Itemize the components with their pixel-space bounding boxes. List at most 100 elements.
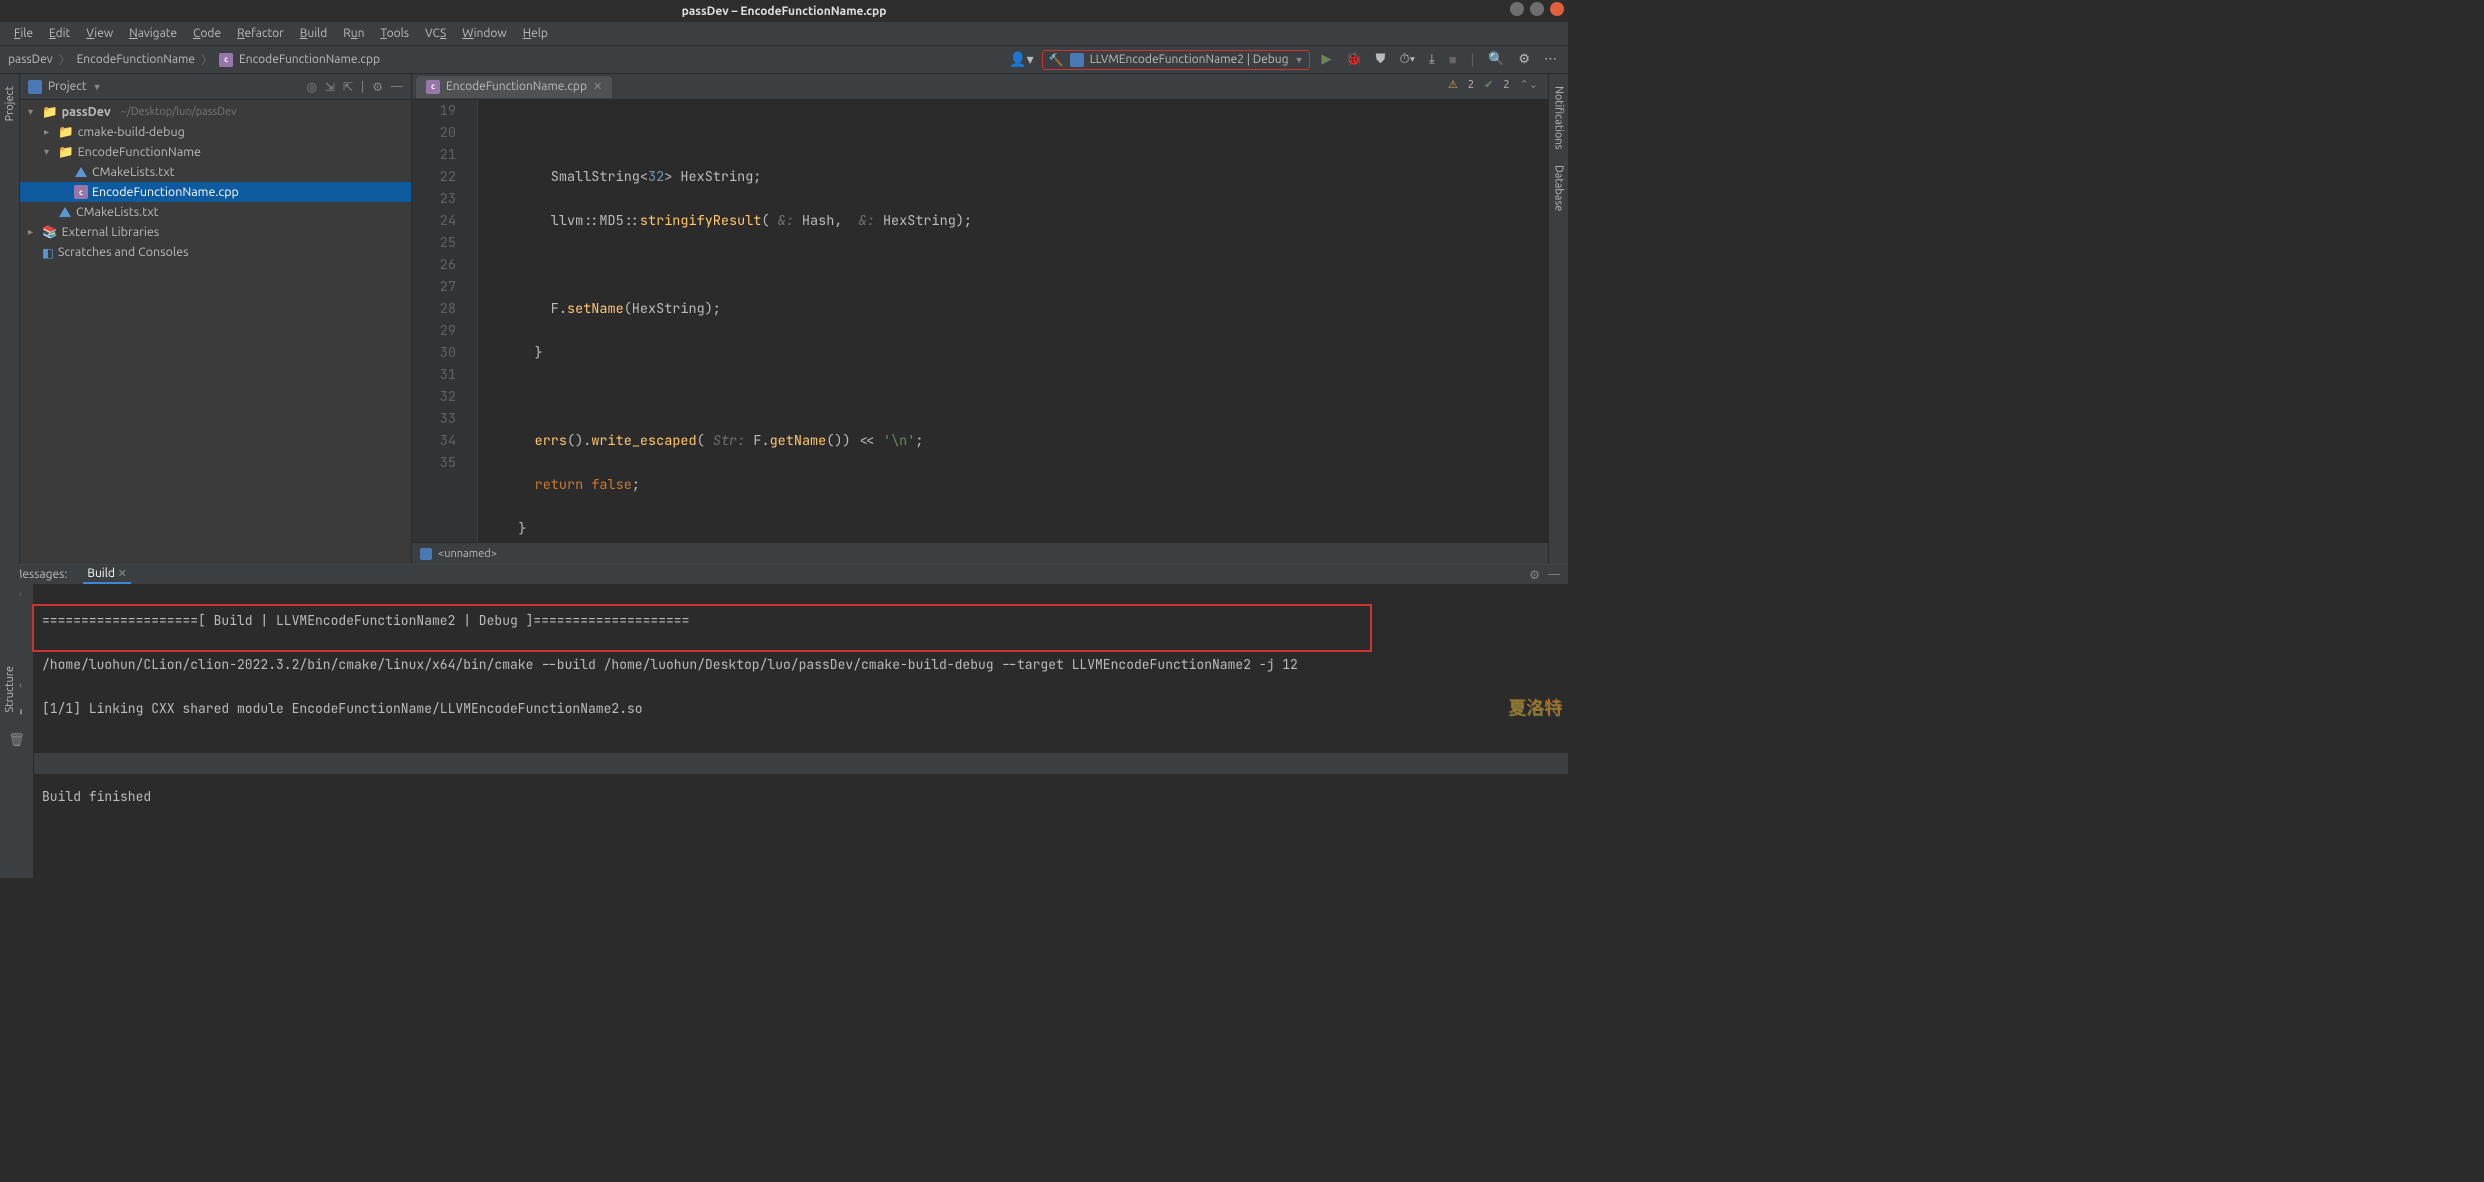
gear-icon[interactable]: ⚙ [372,80,383,94]
chevron-up-down-icon[interactable]: ⌃⌄ [1520,78,1538,91]
chevron-down-icon[interactable]: ▼ [93,82,102,92]
cpp-file-icon: c [74,185,88,199]
menu-build[interactable]: Build [294,27,334,40]
warning-icon: ⚠ [1448,78,1458,91]
user-icon[interactable]: 👤▾ [1009,51,1033,68]
menu-window[interactable]: Window [456,27,512,40]
gear-icon[interactable]: ⚙ [1529,568,1540,582]
window-title: passDev – EncodeFunctionName.cpp [682,5,887,18]
project-view-icon [28,80,42,94]
tree-scratches[interactable]: ◧ Scratches and Consoles [20,242,411,262]
build-tab[interactable]: Build ✕ [83,565,131,584]
expand-icon[interactable]: ⇱ [343,80,353,94]
minimize-icon[interactable] [1510,2,1524,16]
inspection-widget[interactable]: ⚠2 ✔2 ⌃⌄ [1448,78,1538,91]
left-tool-gutter: Project [0,74,20,564]
toolbar: passDev 〉 EncodeFunctionName 〉 c EncodeF… [0,46,1568,74]
editor-tabs: c EncodeFunctionName.cpp ✕ [412,74,1548,100]
more-icon[interactable]: ⋯ [1541,52,1560,67]
console-line: ====================[ Build | LLVMEncode… [42,610,1560,632]
hide-icon[interactable]: — [1548,568,1560,582]
cmake-icon [74,165,88,179]
run-icon[interactable]: ▶ [1318,52,1334,67]
menu-bar: File Edit View Navigate Code Refactor Bu… [0,22,1568,46]
collapse-icon[interactable]: ⇲ [325,80,335,94]
structure-tool-tab[interactable]: Structure [2,658,18,721]
menu-vcs[interactable]: VCS [419,27,452,40]
menu-help[interactable]: Help [517,27,554,40]
profile-icon[interactable]: ⏱▾ [1396,52,1418,67]
tree-enc-cpp[interactable]: c EncodeFunctionName.cpp [20,182,411,202]
right-tool-gutter: Notifications Database [1548,74,1568,564]
run-config-selector[interactable]: 🔨 LLVMEncodeFunctionName2 | Debug ▼ [1042,50,1311,70]
fold-column[interactable] [464,100,478,542]
project-tool-tab[interactable]: Project [2,78,18,129]
trash-icon[interactable]: 🗑 [8,733,25,748]
close-tab-icon[interactable]: ✕ [593,80,602,93]
title-bar: passDev – EncodeFunctionName.cpp [0,0,1568,22]
build-panel: Messages: Build ✕ ⚙ — ↻ ■ ↑ ↓ ↩ 🖶 🗑 ====… [0,564,1568,752]
chevron-down-icon: ▼ [1295,55,1304,65]
maximize-icon[interactable] [1530,2,1544,16]
database-tool-tab[interactable]: Database [1551,157,1567,219]
run-config-label: LLVMEncodeFunctionName2 | Debug [1090,53,1289,66]
project-panel-title[interactable]: Project [48,80,87,93]
tree-root[interactable]: ▾ 📁 passDev ~/Desktop/luo/passDev [20,102,411,122]
editor-breadcrumb-bar: <unnamed> [412,542,1548,564]
weak-warning-icon: ✔ [1484,78,1493,91]
menu-tools[interactable]: Tools [375,27,416,40]
menu-navigate[interactable]: Navigate [123,27,183,40]
attach-icon[interactable]: ⤓ [1426,52,1438,67]
editor-area: c EncodeFunctionName.cpp ✕ ⚠2 ✔2 ⌃⌄ 19 2… [412,74,1548,564]
namespace-crumb[interactable]: <unnamed> [438,548,497,560]
menu-code[interactable]: Code [187,27,227,40]
folder-icon: 📁 [58,145,74,160]
chevron-down-icon[interactable]: ▾ [44,146,54,158]
menu-refactor[interactable]: Refactor [231,27,290,40]
close-icon[interactable] [1550,2,1564,16]
editor-tab-enc[interactable]: c EncodeFunctionName.cpp ✕ [416,76,612,98]
chevron-right-icon: 〉 [201,51,213,68]
crumb-file[interactable]: EncodeFunctionName.cpp [239,53,380,66]
tree-cmakelists-1[interactable]: CMakeLists.txt [20,162,411,182]
toolbar-right: 👤▾ 🔨 LLVMEncodeFunctionName2 | Debug ▼ ▶… [1009,50,1560,70]
crumb-folder[interactable]: EncodeFunctionName [77,53,195,66]
chevron-right-icon[interactable]: ▸ [44,126,54,138]
menu-run[interactable]: Run [337,27,370,40]
code-content[interactable]: SmallString<32> HexString; llvm::MD5::st… [478,100,1548,542]
folder-icon: 📁 [42,105,58,120]
tree-ext-lib[interactable]: ▸ 📚 External Libraries [20,222,411,242]
breadcrumbs: passDev 〉 EncodeFunctionName 〉 c EncodeF… [8,51,1009,68]
build-panel-tabs: Messages: Build ✕ ⚙ — [0,565,1568,584]
library-icon: 📚 [42,225,58,240]
scratches-icon: ◧ [42,245,54,260]
project-tree: ▾ 📁 passDev ~/Desktop/luo/passDev ▸ 📁 cm… [20,100,411,264]
build-console[interactable]: ====================[ Build | LLVMEncode… [34,584,1568,878]
left-bottom-gutter: Structure [0,564,20,724]
tree-cmakelists-2[interactable]: CMakeLists.txt [20,202,411,222]
close-tab-icon[interactable]: ✕ [118,568,127,580]
tree-cmake-build[interactable]: ▸ 📁 cmake-build-debug [20,122,411,142]
code-area[interactable]: 19 20 21 22 23 24 25 26 27 28 29 30 31 3… [412,100,1548,542]
cmake-icon [58,205,72,219]
debug-icon[interactable]: 🐞 [1342,52,1364,67]
chevron-right-icon: 〉 [59,51,71,68]
chevron-down-icon[interactable]: ▾ [28,106,38,118]
menu-edit[interactable]: Edit [43,27,76,40]
settings-icon[interactable]: ⚙ [1515,52,1533,67]
target-icon[interactable]: ◎ [306,80,316,94]
coverage-icon[interactable]: ⛊ [1373,52,1389,67]
stop-icon[interactable]: ■ [1446,52,1460,67]
hide-icon[interactable]: — [391,80,403,94]
crumb-root[interactable]: passDev [8,53,53,66]
tree-enc-folder[interactable]: ▾ 📁 EncodeFunctionName [20,142,411,162]
chevron-right-icon[interactable]: ▸ [28,226,38,238]
menu-file[interactable]: File [8,27,39,40]
cpp-file-icon: c [426,80,440,94]
menu-view[interactable]: View [80,27,119,40]
console-line: Build finished [42,786,1560,808]
console-line: /home/luohun/CLion/clion-2022.3.2/bin/cm… [42,654,1560,676]
notifications-tool-tab[interactable]: Notifications [1551,78,1567,157]
search-icon[interactable]: 🔍 [1485,52,1507,67]
project-panel-header: Project ▼ ◎ ⇲ ⇱ | ⚙ — [20,74,411,100]
